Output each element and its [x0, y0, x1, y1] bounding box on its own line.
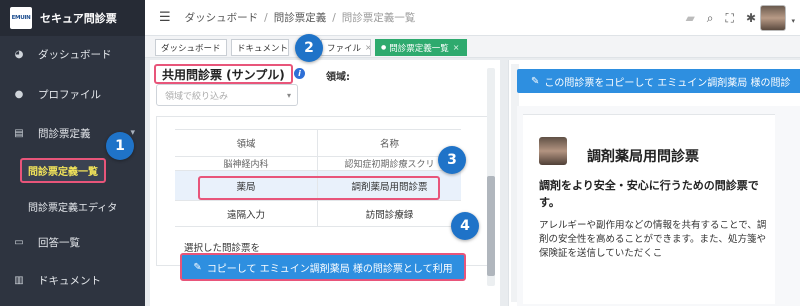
- domain-label: 領域:: [326, 72, 350, 83]
- tab-label: 問診票定義一覧: [389, 43, 449, 54]
- preview-panel: ✎ この問診票をコピーして エミュイン調剤薬局 様の問診 調剤薬局用問診票 調剤を…: [508, 60, 800, 306]
- active-dot-icon: ●: [381, 44, 387, 51]
- search-icon[interactable]: ⌕: [707, 11, 714, 26]
- step-badge-3: 3: [438, 146, 466, 174]
- sidebar-item-label: プロファイル: [38, 88, 101, 101]
- brand[interactable]: EMUIN セキュア問診票: [0, 0, 145, 36]
- scroll-thumb[interactable]: [487, 176, 495, 276]
- copy-questionnaire-button[interactable]: ✎ この問診票をコピーして エミュイン調剤薬局 様の問診: [517, 69, 800, 93]
- filter-placeholder: 領域で絞り込み: [165, 91, 229, 102]
- selected-questionnaire-text: 選択した問診票を: [184, 243, 261, 254]
- table-header-row: 領域 名称: [175, 129, 461, 157]
- table-row[interactable]: 脳神経内科 認知症初期診療スクリ: [175, 157, 461, 171]
- header-icons: ▰ ⌕ ⛶ ✱: [686, 0, 756, 36]
- copy-and-use-button[interactable]: ✎ コピーして エミュイン調剤薬局 様の問診票として利用: [180, 253, 466, 281]
- panel-scrollbar[interactable]: [487, 68, 495, 286]
- preview-title: 調剤薬局用問診票: [587, 149, 699, 165]
- domain-filter-select[interactable]: 領域で絞り込み ▾: [156, 84, 298, 106]
- tab-label: ダッシュボード: [161, 43, 221, 54]
- bug-icon[interactable]: ✱: [746, 11, 756, 25]
- sidebar-subitem-label: 問診票定義一覧: [20, 157, 106, 183]
- tab-files[interactable]: ファイル×: [321, 39, 371, 56]
- pencil-icon: ✎: [193, 261, 202, 273]
- step-badge-4: 4: [451, 212, 479, 240]
- button-label: コピーして エミュイン調剤薬局 様の問診票として利用: [206, 263, 453, 275]
- table-row[interactable]: 遠隔入力 訪問診療録: [175, 201, 461, 227]
- sidebar-item-label: ダッシュボード: [38, 48, 112, 61]
- app-title: セキュア問診票: [40, 12, 117, 25]
- document-icon: ▤: [14, 127, 24, 139]
- questionnaire-preview: 調剤薬局用問診票 調剤をより安全・安心に行うための問診票です。 アレルギーや副作…: [517, 106, 800, 306]
- tab-label: ドキュメント: [237, 43, 289, 54]
- chevron-down-icon: ▾: [130, 128, 135, 138]
- tab-questionnaire-list[interactable]: ● 問診票定義一覧 ×: [375, 39, 467, 56]
- inbox-icon: ▭: [14, 236, 24, 248]
- sidebar-item-dashboard[interactable]: ◕ ダッシュボード: [0, 36, 145, 72]
- pencil-icon: ✎: [531, 75, 540, 87]
- sidebar-item-label: ドキュメント: [38, 274, 101, 287]
- panel-title: 共用問診票 (サンプル): [154, 64, 293, 84]
- preview-card: 調剤薬局用問診票 調剤をより安全・安心に行うための問診票です。 アレルギーや副作…: [523, 114, 775, 304]
- table-cell: 遠隔入力: [175, 201, 318, 226]
- breadcrumb: ダッシュボード / 問診票定義 / 問診票定義一覧: [184, 12, 416, 24]
- button-label: この問診票をコピーして エミュイン調剤薬局 様の問診: [544, 77, 791, 89]
- tab-bar: ダッシュボード ドキュメント ファイル× ●問診票定義一覧×: [145, 36, 800, 58]
- sidebar-subitem-questionnaire-list[interactable]: 問診票定義一覧: [0, 156, 145, 184]
- sidebar-item-label: 回答一覧: [38, 236, 80, 249]
- lock-icon[interactable]: ▰: [686, 11, 695, 25]
- file-icon: ▥: [14, 274, 24, 286]
- preview-subtitle: 調剤をより安全・安心に行うための問診票です。: [539, 179, 759, 209]
- tab-documents[interactable]: ドキュメント: [231, 39, 289, 56]
- app-logo: EMUIN: [10, 7, 32, 29]
- column-header-domain[interactable]: 領域: [175, 130, 318, 156]
- table-cell: 脳神経内科: [175, 157, 318, 170]
- sidebar-subitem-label: 問診票定義エディタ: [28, 202, 118, 214]
- close-icon[interactable]: ×: [365, 43, 370, 52]
- preview-body: アレルギーや副作用などの情報を共有することで、調剤の安全性を高めることができます…: [539, 220, 767, 259]
- menu-toggle-icon[interactable]: ☰: [159, 10, 171, 25]
- tab-label: ファイル: [327, 43, 362, 54]
- sidebar-subitem-questionnaire-editor[interactable]: 問診票定義エディタ: [0, 192, 145, 220]
- selected-row-highlight: [198, 176, 440, 200]
- breadcrumb-item[interactable]: ダッシュボード: [185, 12, 259, 24]
- sidebar-item-answers[interactable]: ▭ 回答一覧: [0, 224, 145, 260]
- sidebar-item-label: 問診票定義: [38, 127, 91, 140]
- close-icon[interactable]: ×: [453, 43, 460, 52]
- sidebar-item-profile[interactable]: ● プロファイル: [0, 76, 145, 112]
- fullscreen-icon[interactable]: ⛶: [726, 11, 734, 26]
- step-badge-2: 2: [295, 34, 323, 62]
- tab-dashboard[interactable]: ダッシュボード: [155, 39, 227, 56]
- chevron-down-icon[interactable]: ▾: [791, 17, 795, 25]
- top-header: ☰ ダッシュボード / 問診票定義 / 問診票定義一覧 ▰ ⌕ ⛶ ✱ ▾: [145, 0, 800, 36]
- info-icon[interactable]: i: [294, 68, 305, 79]
- chevron-down-icon: ▾: [286, 90, 291, 100]
- step-badge-1: 1: [106, 132, 134, 160]
- dashboard-icon: ◕: [14, 48, 24, 60]
- doctor-avatar: [539, 137, 567, 165]
- user-icon: ●: [14, 88, 24, 100]
- breadcrumb-item[interactable]: 問診票定義: [274, 12, 327, 24]
- avatar[interactable]: [760, 5, 786, 31]
- sidebar-item-documents[interactable]: ▥ ドキュメント: [0, 262, 145, 298]
- table-cell: 訪問診療録: [365, 209, 414, 221]
- breadcrumb-current: 問診票定義一覧: [341, 12, 416, 24]
